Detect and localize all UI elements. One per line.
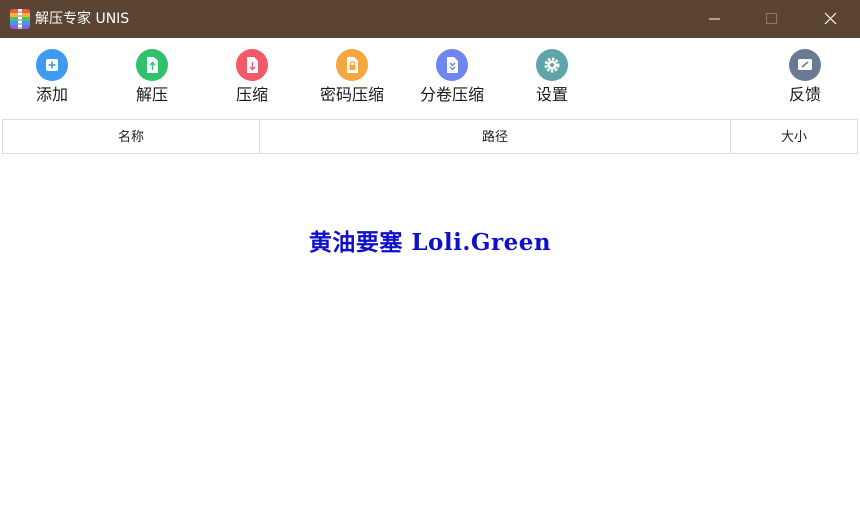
close-icon [824,12,837,25]
password-compress-button[interactable]: 密码压缩 [302,38,402,119]
password-compress-icon [336,49,368,81]
add-icon [36,49,68,81]
feedback-button[interactable]: 反馈 [755,38,855,119]
toolbar: 添加 解压 压缩 密码压缩 分卷压缩 设置 反馈 [0,38,860,119]
close-button[interactable] [808,0,854,38]
extract-button[interactable]: 解压 [102,38,202,119]
add-button[interactable]: 添加 [2,38,102,119]
settings-label: 设置 [535,85,568,104]
minimize-icon [709,18,720,20]
watermark-text: 黄油要塞 Loli.Green [308,229,552,256]
settings-button[interactable]: 设置 [502,38,602,119]
window-title: 解压专家 UNIS [35,11,130,27]
maximize-button[interactable] [748,0,794,38]
gear-icon [536,49,568,81]
compress-icon [236,49,268,81]
split-compress-label: 分卷压缩 [419,85,484,104]
file-list-area[interactable]: 黄油要塞 Loli.Green [0,154,860,530]
minimize-button[interactable] [692,0,738,38]
maximize-icon [766,13,777,24]
compress-button[interactable]: 压缩 [202,38,302,119]
split-compress-button[interactable]: 分卷压缩 [402,38,502,119]
split-compress-icon [436,49,468,81]
compress-label: 压缩 [235,85,268,104]
column-header-path[interactable]: 路径 [260,120,731,153]
title-bar: 解压专家 UNIS [0,0,860,38]
column-header-size[interactable]: 大小 [731,120,858,153]
add-label: 添加 [35,85,68,104]
password-compress-label: 密码压缩 [319,85,384,104]
feedback-label: 反馈 [788,85,821,104]
file-table-header: 名称 路径 大小 [2,119,858,154]
column-header-name[interactable]: 名称 [2,120,260,153]
feedback-icon [789,49,821,81]
extract-label: 解压 [135,85,168,104]
app-logo-icon [10,9,30,29]
extract-icon [136,49,168,81]
